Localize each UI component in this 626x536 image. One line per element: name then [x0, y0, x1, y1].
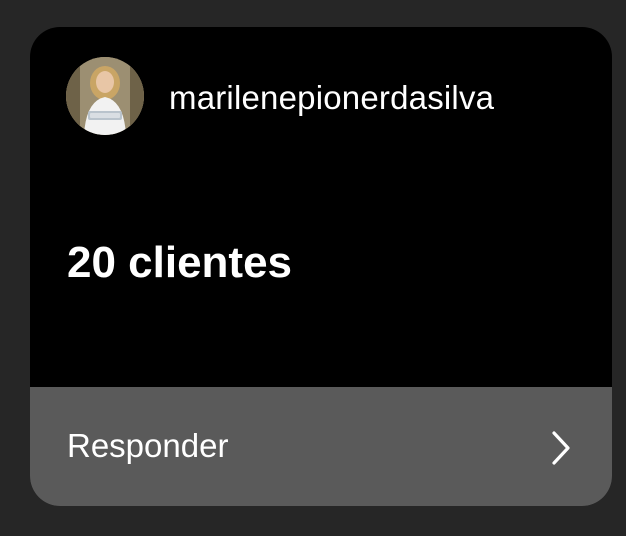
- avatar-photo-icon: [66, 57, 144, 135]
- story-message-text: 20 clientes: [67, 238, 293, 287]
- profile-avatar[interactable]: [66, 57, 144, 135]
- profile-header: marilenepionerdasilva: [30, 27, 612, 167]
- chevron-right-icon: [552, 431, 570, 465]
- story-reply-card: marilenepionerdasilva 20 clientes Respon…: [30, 27, 612, 506]
- reply-button[interactable]: Responder: [30, 387, 612, 506]
- username[interactable]: marilenepionerdasilva: [169, 79, 494, 117]
- reply-label: Responder: [67, 427, 229, 464]
